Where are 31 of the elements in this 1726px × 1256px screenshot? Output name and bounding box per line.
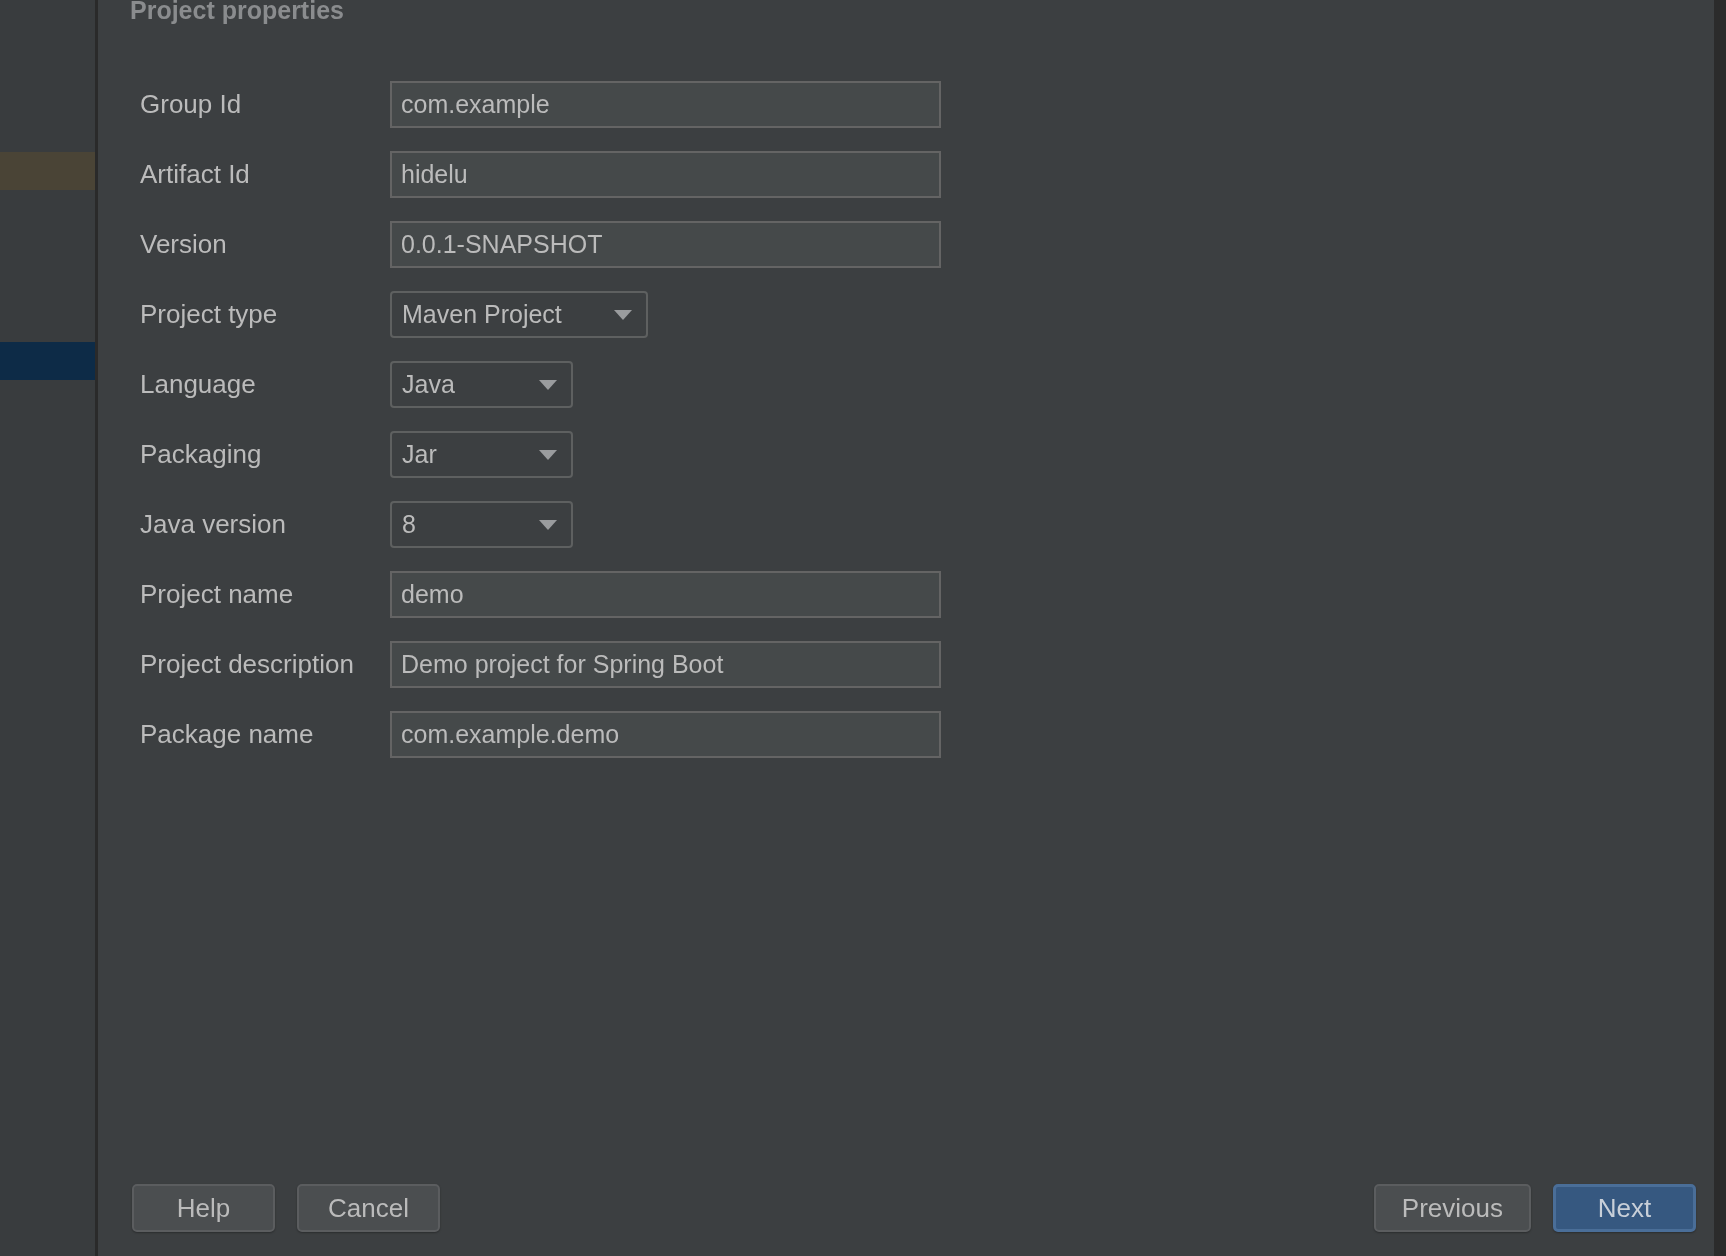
- dialog-button[interactable]: Previous: [1373, 1184, 1531, 1232]
- sidebar-row[interactable]: [0, 152, 95, 190]
- field-label: Language: [139, 369, 256, 400]
- field-label: Project type: [139, 299, 278, 330]
- text-field[interactable]: hidelu: [390, 151, 941, 198]
- field-label: Java version: [139, 509, 286, 540]
- dialog-button[interactable]: Cancel: [297, 1184, 440, 1232]
- caret-icon: [539, 519, 557, 530]
- caret-icon: [614, 309, 632, 320]
- dropdown[interactable]: Jar: [390, 431, 573, 478]
- dialog-title: Project properties: [130, 0, 345, 23]
- field-label: Group Id: [139, 89, 242, 120]
- field-label: Version: [139, 229, 227, 260]
- field-label: Packaging: [139, 439, 262, 470]
- text-field[interactable]: com.example: [390, 81, 941, 128]
- caret-icon: [539, 449, 557, 460]
- text-field[interactable]: com.example.demo: [390, 711, 941, 758]
- field-label: Project description: [139, 649, 354, 680]
- dropdown[interactable]: Maven Project: [390, 291, 648, 338]
- text-field[interactable]: Demo project for Spring Boot: [390, 641, 941, 688]
- field-label: Artifact Id: [139, 159, 250, 190]
- dialog-button[interactable]: Help: [132, 1184, 275, 1232]
- text-field[interactable]: 0.0.1-SNAPSHOT: [390, 221, 941, 268]
- dialog-button[interactable]: Next: [1553, 1184, 1696, 1232]
- field-label: Project name: [139, 579, 294, 610]
- dropdown[interactable]: 8: [390, 501, 573, 548]
- field-label: Package name: [139, 719, 314, 750]
- text-field[interactable]: demo: [390, 571, 941, 618]
- dropdown[interactable]: Java: [390, 361, 573, 408]
- sidebar-row[interactable]: [0, 342, 95, 380]
- caret-icon: [539, 379, 557, 390]
